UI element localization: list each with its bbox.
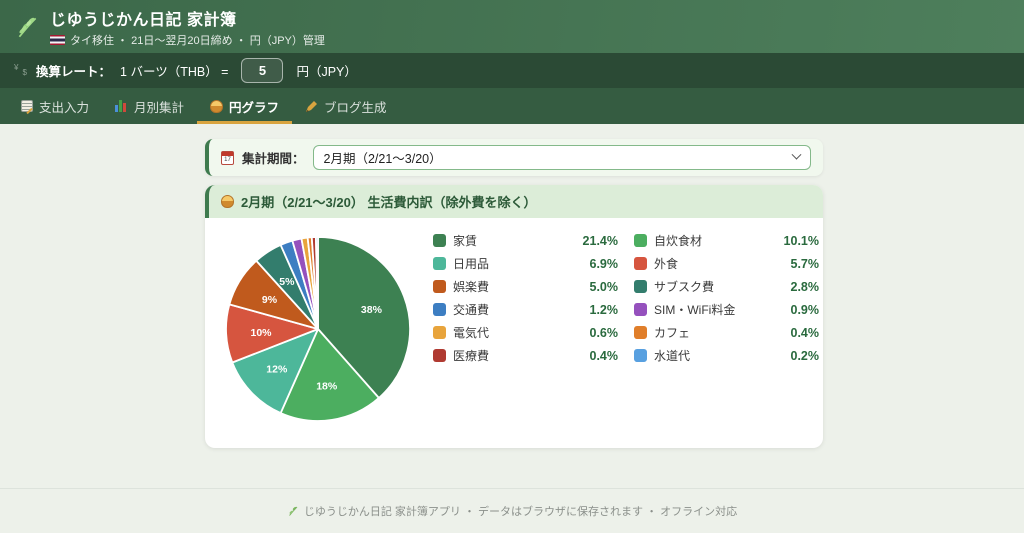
- footer-text: じゆうじかん日記 家計簿アプリ ・ データはブラウザに保存されます ・ オフライ…: [303, 506, 738, 518]
- chart-legend: 家賃 21.4% 自炊食材 10.1% 日用品 6.9% 外食 5.7% 娯楽費 5.0% サブスク…: [433, 229, 819, 367]
- chart-body: 38% 18% 12% 10% 9% 5% 家賃 21.4% 自炊食材 10.1% 日用品 6.9%…: [205, 218, 823, 448]
- legend-percent: 21.4%: [582, 233, 618, 248]
- legend-label: 自炊食材: [654, 234, 703, 248]
- legend-item: 娯楽費 5.0%: [433, 275, 618, 298]
- tab-label: 支出入力: [39, 100, 90, 115]
- memo-icon: [21, 100, 33, 112]
- legend-item: 医療費 0.4%: [433, 344, 618, 367]
- legend-item: 家賃 21.4%: [433, 229, 618, 252]
- rate-unit-right: 円（JPY）: [296, 65, 357, 79]
- legend-item: サブスク費 2.8%: [634, 275, 819, 298]
- chart-title: 2月期（2/21〜3/20） 生活費内訳（除外費を除く）: [241, 195, 537, 210]
- pie-icon: [221, 195, 234, 208]
- legend-swatch: [634, 326, 647, 339]
- legend-label: 日用品: [453, 257, 490, 271]
- tab-label: 月別集計: [134, 100, 185, 115]
- legend-label: 外食: [654, 257, 679, 271]
- pie-slice-label: 18%: [316, 380, 338, 392]
- period-selector-card: 集計期間： 2月期（2/21〜3/20）: [205, 139, 823, 176]
- legend-item: 日用品 6.9%: [433, 252, 618, 275]
- writing-hand-icon: [306, 100, 318, 112]
- tab-blog-generate[interactable]: ブログ生成: [292, 88, 400, 124]
- pie-slice-label: 38%: [361, 304, 383, 316]
- page-title: じゆうじかん日記 家計簿: [50, 11, 237, 29]
- legend-label: 水道代: [654, 349, 691, 363]
- legend-percent: 6.9%: [589, 256, 619, 271]
- legend-swatch: [634, 257, 647, 270]
- legend-item: カフェ 0.4%: [634, 321, 819, 344]
- subtitle-row: タイ移住 ・ 21日〜翌月20日締め ・ 円（JPY）管理: [50, 32, 325, 48]
- pie-icon: [210, 99, 224, 113]
- pie-chart-card: 2月期（2/21〜3/20） 生活費内訳（除外費を除く） 38% 18% 12% 10…: [205, 185, 823, 448]
- herb-leaf-icon: [18, 17, 37, 37]
- pie-chart: 38% 18% 12% 10% 9%5%: [225, 236, 411, 422]
- chevron-down-icon: [791, 149, 802, 160]
- legend-swatch: [433, 257, 446, 270]
- legend-percent: 0.4%: [790, 325, 820, 340]
- pie-slice-label: 10%: [250, 327, 272, 339]
- app-window: じゆうじかん日記 家計簿 タイ移住 ・ 21日〜翌月20日締め ・ 円（JPY）…: [0, 0, 1024, 533]
- legend-swatch: [634, 349, 647, 362]
- legend-label: カフェ: [654, 326, 691, 340]
- legend-swatch: [433, 303, 446, 316]
- legend-item: 自炊食材 10.1%: [634, 229, 819, 252]
- tab-bar: 支出入力 月別集計 円グラフ ブログ生成: [0, 88, 1024, 124]
- chart-card-header: 2月期（2/21〜3/20） 生活費内訳（除外費を除く）: [205, 185, 823, 218]
- legend-percent: 5.7%: [790, 256, 820, 271]
- legend-label: 電気代: [453, 326, 490, 340]
- rate-value-input[interactable]: [241, 58, 284, 83]
- tab-label: ブログ生成: [324, 100, 387, 115]
- legend-item: 電気代 0.6%: [433, 321, 618, 344]
- legend-swatch: [433, 280, 446, 293]
- legend-label: SIM・WiFi料金: [654, 303, 736, 317]
- legend-label: 家賃: [453, 234, 478, 248]
- legend-swatch: [433, 326, 446, 339]
- legend-swatch: [634, 280, 647, 293]
- legend-item: 外食 5.7%: [634, 252, 819, 275]
- legend-percent: 5.0%: [589, 279, 619, 294]
- legend-item: SIM・WiFi料金 0.9%: [634, 298, 819, 321]
- page-subtitle: タイ移住 ・ 21日〜翌月20日締め ・ 円（JPY）管理: [70, 34, 325, 47]
- legend-percent: 0.4%: [589, 348, 619, 363]
- period-select-value: 2月期（2/21〜3/20）: [323, 152, 442, 166]
- legend-percent: 10.1%: [783, 233, 819, 248]
- legend-percent: 2.8%: [790, 279, 820, 294]
- tab-monthly-summary[interactable]: 月別集計: [102, 88, 197, 124]
- rate-label: 換算レート：: [36, 65, 112, 79]
- legend-label: 交通費: [453, 303, 490, 317]
- calendar-icon: [221, 150, 234, 165]
- tab-label: 円グラフ: [229, 100, 280, 115]
- legend-swatch: [634, 303, 647, 316]
- legend-percent: 0.2%: [790, 348, 820, 363]
- legend-swatch: [634, 234, 647, 247]
- legend-item: 水道代 0.2%: [634, 344, 819, 367]
- legend-label: 娯楽費: [453, 280, 490, 294]
- app-footer: じゆうじかん日記 家計簿アプリ ・ データはブラウザに保存されます ・ オフライ…: [0, 488, 1024, 533]
- rate-unit-left: 1 バーツ（THB） =: [120, 65, 229, 79]
- pie-slice-label: 5%: [279, 276, 295, 288]
- legend-percent: 0.6%: [589, 325, 619, 340]
- legend-label: 医療費: [453, 349, 490, 363]
- herb-leaf-icon: [288, 506, 298, 516]
- legend-item: 交通費 1.2%: [433, 298, 618, 321]
- thailand-flag-icon: [50, 34, 65, 45]
- bar-chart-icon: [115, 100, 128, 112]
- title-block: じゆうじかん日記 家計簿 タイ移住 ・ 21日〜翌月20日締め ・ 円（JPY）…: [50, 6, 325, 48]
- period-label: 集計期間：: [242, 152, 305, 166]
- legend-swatch: [433, 234, 446, 247]
- period-select[interactable]: 2月期（2/21〜3/20）: [312, 145, 811, 170]
- pie-slice-label: 12%: [266, 363, 288, 375]
- legend-percent: 0.9%: [790, 302, 820, 317]
- pie-slice-label: 9%: [262, 294, 278, 306]
- legend-label: サブスク費: [654, 280, 715, 294]
- tab-pie-chart[interactable]: 円グラフ: [197, 88, 292, 124]
- legend-swatch: [433, 349, 446, 362]
- exchange-rate-bar: ¥$ 換算レート： 1 バーツ（THB） = 円（JPY）: [0, 53, 1024, 88]
- app-header: じゆうじかん日記 家計簿 タイ移住 ・ 21日〜翌月20日締め ・ 円（JPY）…: [0, 0, 1024, 53]
- tab-expense-input[interactable]: 支出入力: [8, 88, 102, 124]
- legend-percent: 1.2%: [589, 302, 619, 317]
- currency-exchange-icon: ¥ $: [14, 63, 27, 77]
